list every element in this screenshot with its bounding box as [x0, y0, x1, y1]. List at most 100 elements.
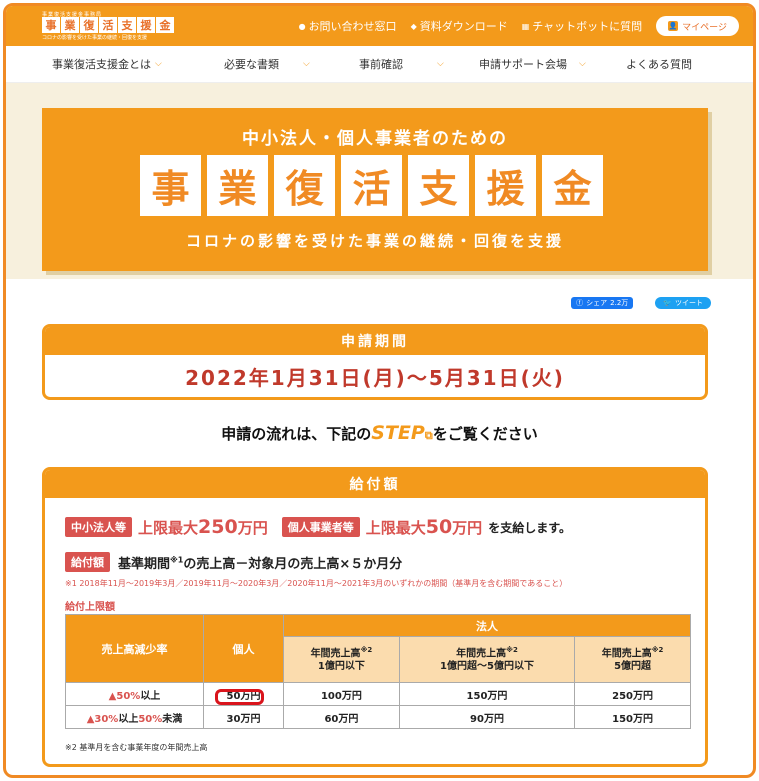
contact-link-label: お問い合わせ窓口: [308, 20, 397, 33]
chevron-down-icon: ⌵: [155, 59, 162, 69]
nav-item-faq[interactable]: よくある質問: [600, 56, 692, 72]
external-link-icon: ⧉: [424, 429, 433, 442]
formula-text: 基準期間※1の売上高－対象月の売上高×５か月分: [118, 553, 403, 572]
corp-cell-2: 150万円: [398, 682, 576, 706]
contact-link[interactable]: ● お問い合わせ窓口: [299, 18, 397, 34]
rate-cell: ▲30%以上50%未満: [65, 705, 204, 729]
hero-title-char: 業: [207, 155, 268, 216]
logo-char: 復: [80, 17, 98, 33]
indiv-cell: 50万円: [203, 682, 284, 706]
rate-d: 未満: [162, 713, 183, 725]
corp-cell-1: 60万円: [283, 705, 400, 729]
download-link[interactable]: ◆ 資料ダウンロード: [411, 18, 508, 34]
header-corp-col-1: 年間売上高※2 1億円以下: [283, 636, 400, 683]
tweet-button[interactable]: 🐦 ツイート: [655, 297, 711, 309]
nav-label: 事業復活支援金とは: [52, 58, 151, 71]
hero-title: 事 業 復 活 支 援 金: [140, 155, 603, 216]
col-l2: 1億円以下: [317, 661, 365, 673]
period-heading: 申請期間: [45, 327, 705, 355]
corp-badge: 中小法人等: [65, 517, 132, 537]
logo-char: 支: [118, 17, 136, 33]
hero-title-char: 援: [475, 155, 536, 216]
col-sup: ※2: [360, 645, 373, 654]
logo-char: 活: [99, 17, 117, 33]
logo-char: 業: [61, 17, 79, 33]
logo-char: 金: [156, 17, 174, 33]
hero-title-char: 活: [341, 155, 402, 216]
formula-part-b: の売上高－対象月の売上高×５か月分: [183, 556, 403, 572]
hero-title-char: 金: [542, 155, 603, 216]
indiv-limit-num: 50: [425, 516, 453, 538]
hero-title-char: 事: [140, 155, 201, 216]
table-row: ▲30%以上50%未満 30万円 60万円 90万円 150万円: [65, 705, 691, 729]
logo-char: 援: [137, 17, 155, 33]
period-value: 2022年1月31日(月)～5月31日(火): [185, 365, 565, 390]
header-corp-col-3: 年間売上高※2 5億円超: [574, 636, 691, 683]
page-frame: 事業復活支援金事務局 事 業 復 活 支 援 金 コロナの影響を受けた事業の継続…: [3, 3, 756, 778]
indiv-badge: 個人事業者等: [281, 517, 360, 537]
corp-limit: 上限最大250万円: [138, 516, 268, 538]
download-icon: ◆: [410, 21, 417, 31]
nav-item-support-venue[interactable]: 申請サポート会場 ⌵: [455, 56, 600, 72]
indiv-cell: 30万円: [203, 705, 284, 729]
corp-limit-pre: 上限最大: [138, 519, 199, 537]
social-buttons: ⓕ シェア 2.2万 🐦 ツイート: [571, 297, 711, 309]
corp-cell-3: 250万円: [574, 682, 691, 706]
hero-section: 中小法人・個人事業者のための 事 業 復 活 支 援 金 コロナの影響を受けた事…: [6, 83, 753, 279]
hero-subtitle: コロナの影響を受けた事業の継続・回復を支援: [185, 232, 564, 250]
formula-badge: 給付額: [65, 552, 110, 572]
cap-table-title: 給付上限額: [65, 602, 115, 613]
chatbot-icon: ▦: [521, 21, 530, 31]
mypage-label: マイページ: [682, 22, 727, 33]
footnote-2: ※2 基準月を含む事業年度の年間売上高: [65, 743, 208, 752]
rate-cell: ▲50%以上: [65, 682, 204, 706]
nav-item-about[interactable]: 事業復活支援金とは ⌵: [12, 56, 162, 72]
nav-label: 必要な書類: [224, 58, 279, 71]
facebook-icon: ⓕ: [576, 299, 584, 307]
facebook-share-button[interactable]: ⓕ シェア 2.2万: [571, 297, 634, 309]
hero-banner: 中小法人・個人事業者のための 事 業 復 活 支 援 金 コロナの影響を受けた事…: [42, 108, 708, 271]
indiv-limit-unit: 万円: [452, 519, 483, 537]
site-logo[interactable]: 事業復活支援金事務局 事 業 復 活 支 援 金 コロナの影響を受けた事業の継続…: [42, 11, 174, 41]
nav-item-documents[interactable]: 必要な書類 ⌵: [162, 56, 310, 72]
col-sup: ※2: [651, 645, 664, 654]
hero-title-char: 復: [274, 155, 335, 216]
formula-part-a: 基準期間: [118, 556, 171, 572]
logo-subtitle: コロナの影響を受けた事業の継続・回復を支援: [42, 35, 148, 41]
corp-limit-num: 250: [198, 516, 238, 538]
footnote-1: ※1 2018年11月～2019年3月／2019年11月～2020年3月／202…: [65, 579, 568, 588]
rate-b: 以上: [118, 713, 139, 725]
amount-heading: 給付額: [45, 470, 705, 498]
logo-boxes: 事 業 復 活 支 援 金: [42, 17, 174, 33]
indiv-limit: 上限最大50万円: [366, 516, 482, 538]
main-nav: 事業復活支援金とは ⌵ 必要な書類 ⌵ 事前確認 ⌵ 申請サポート会場 ⌵ よく…: [6, 46, 753, 83]
col-l2: 1億円超～5億円以下: [440, 661, 534, 673]
col-l1: 年間売上高: [601, 648, 652, 660]
step-link[interactable]: STEP: [371, 422, 425, 444]
twitter-icon: 🐦: [663, 299, 672, 307]
corp-cell-2: 90万円: [398, 705, 576, 729]
header-rate: 売上高減少率: [65, 614, 204, 683]
header-corp-col-2: 年間売上高※2 1億円超～5億円以下: [398, 636, 576, 683]
rate-c: 50%: [138, 713, 163, 725]
nav-label: 申請サポート会場: [479, 58, 567, 71]
application-period-box: 申請期間 2022年1月31日(月)～5月31日(火): [42, 324, 708, 400]
rate-a: ▲50%: [108, 690, 141, 702]
table-row: ▲50%以上 50万円 100万円 150万円 250万円: [65, 682, 691, 706]
chat-icon: ●: [298, 21, 306, 31]
nav-item-precheck[interactable]: 事前確認 ⌵: [307, 56, 455, 72]
chatbot-link[interactable]: ▦ チャットボットに質問: [522, 18, 642, 34]
chevron-down-icon: ⌵: [437, 59, 444, 69]
share-label: シェア: [586, 299, 608, 307]
formula-row: 給付額 基準期間※1の売上高－対象月の売上高×５か月分: [65, 552, 402, 572]
rate-a: ▲30%: [86, 713, 119, 725]
flow-guide: 申請の流れは、下記のSTEP⧉をご覧ください: [6, 422, 753, 444]
benefit-amount-box: 給付額 中小法人等 上限最大250万円 個人事業者等 上限最大50万円 を支給し…: [42, 467, 708, 767]
cap-table: 売上高減少率 個人 法人 年間売上高※2 1億円以下 年間売上高※2 1億円超～5億…: [65, 614, 691, 729]
hero-title-char: 支: [408, 155, 469, 216]
top-bar: 事業復活支援金事務局 事 業 復 活 支 援 金 コロナの影響を受けた事業の継続…: [6, 6, 753, 46]
user-icon: 👤: [668, 21, 679, 31]
header-corp: 法人: [283, 614, 691, 637]
mypage-button[interactable]: 👤 マイページ: [656, 16, 739, 36]
flow-text-after: をご覧ください: [432, 425, 538, 443]
